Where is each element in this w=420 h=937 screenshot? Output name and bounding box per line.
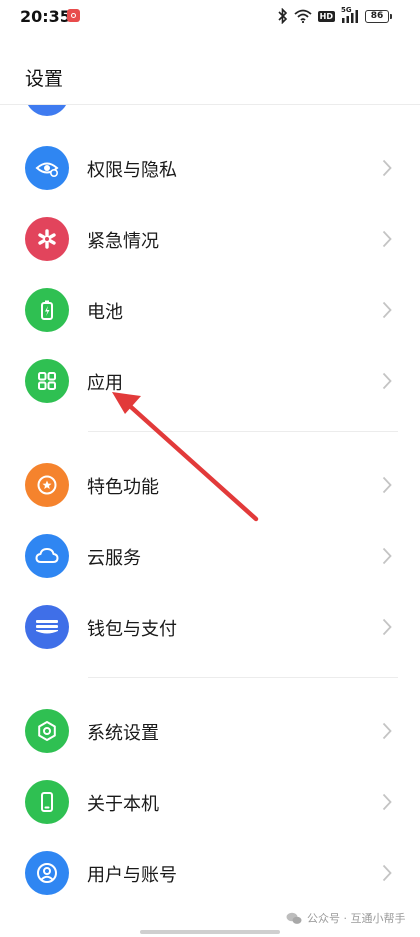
settings-item-users[interactable]: 用户与账号 bbox=[0, 843, 420, 903]
wechat-icon bbox=[286, 912, 302, 924]
privacy-eye-icon bbox=[25, 146, 69, 190]
cloud-icon bbox=[25, 534, 69, 578]
settings-item-wallet[interactable]: 钱包与支付 bbox=[0, 597, 420, 657]
settings-item-label: 应用 bbox=[87, 373, 123, 394]
bluetooth-icon bbox=[278, 8, 287, 24]
settings-item-about[interactable]: 关于本机 bbox=[0, 772, 420, 832]
settings-item-label: 钱包与支付 bbox=[87, 619, 177, 640]
user-icon bbox=[25, 851, 69, 895]
settings-item-apps[interactable]: 应用 bbox=[0, 351, 420, 411]
system-gear-icon bbox=[25, 709, 69, 753]
signal-icon: 5G bbox=[341, 6, 359, 24]
battery-icon bbox=[25, 288, 69, 332]
settings-item-label: 关于本机 bbox=[87, 794, 159, 815]
settings-item-label: 权限与隐私 bbox=[87, 160, 177, 181]
settings-item-emergency[interactable]: 紧急情况 bbox=[0, 209, 420, 269]
settings-item-cloud[interactable]: 云服务 bbox=[0, 526, 420, 586]
status-icons: HD 5G 86 bbox=[278, 6, 392, 25]
settings-item-system[interactable]: 系统设置 bbox=[0, 701, 420, 761]
home-indicator[interactable] bbox=[140, 930, 280, 934]
settings-item-label: 紧急情况 bbox=[87, 231, 159, 252]
chevron-right-icon bbox=[382, 864, 392, 882]
apps-grid-icon bbox=[25, 359, 69, 403]
chevron-right-icon bbox=[382, 793, 392, 811]
settings-item-privacy[interactable]: 权限与隐私 bbox=[0, 138, 420, 198]
chevron-right-icon bbox=[382, 547, 392, 565]
header-divider bbox=[0, 104, 420, 105]
wallet-icon bbox=[25, 605, 69, 649]
chevron-right-icon bbox=[382, 301, 392, 319]
star-icon bbox=[25, 463, 69, 507]
chevron-right-icon bbox=[382, 159, 392, 177]
settings-item-label: 电池 bbox=[87, 302, 123, 323]
settings-item-label: 用户与账号 bbox=[87, 865, 177, 886]
notification-icon bbox=[67, 9, 80, 22]
emergency-asterisk-icon bbox=[25, 217, 69, 261]
battery-indicator: 86 bbox=[365, 9, 392, 23]
group-divider bbox=[88, 431, 398, 432]
chevron-right-icon bbox=[382, 372, 392, 390]
battery-level: 86 bbox=[365, 9, 389, 23]
chevron-right-icon bbox=[382, 722, 392, 740]
chevron-right-icon bbox=[382, 230, 392, 248]
hd-badge: HD bbox=[317, 10, 335, 22]
settings-item-label: 特色功能 bbox=[87, 477, 159, 498]
watermark-text: 公众号 · 互通小帮手 bbox=[307, 912, 406, 925]
page-title: 设置 bbox=[25, 68, 64, 90]
phone-icon bbox=[25, 780, 69, 824]
group-divider bbox=[88, 677, 398, 678]
wifi-icon bbox=[294, 9, 312, 23]
settings-item-battery[interactable]: 电池 bbox=[0, 280, 420, 340]
status-bar: 20:35 HD 5G 86 bbox=[0, 0, 420, 36]
settings-item-label: 系统设置 bbox=[87, 723, 159, 744]
settings-item-features[interactable]: 特色功能 bbox=[0, 455, 420, 515]
settings-item-label: 云服务 bbox=[87, 548, 141, 569]
watermark: 公众号 · 互通小帮手 bbox=[286, 910, 406, 926]
chevron-right-icon bbox=[382, 618, 392, 636]
status-time: 20:35 bbox=[20, 7, 71, 26]
chevron-right-icon bbox=[382, 476, 392, 494]
